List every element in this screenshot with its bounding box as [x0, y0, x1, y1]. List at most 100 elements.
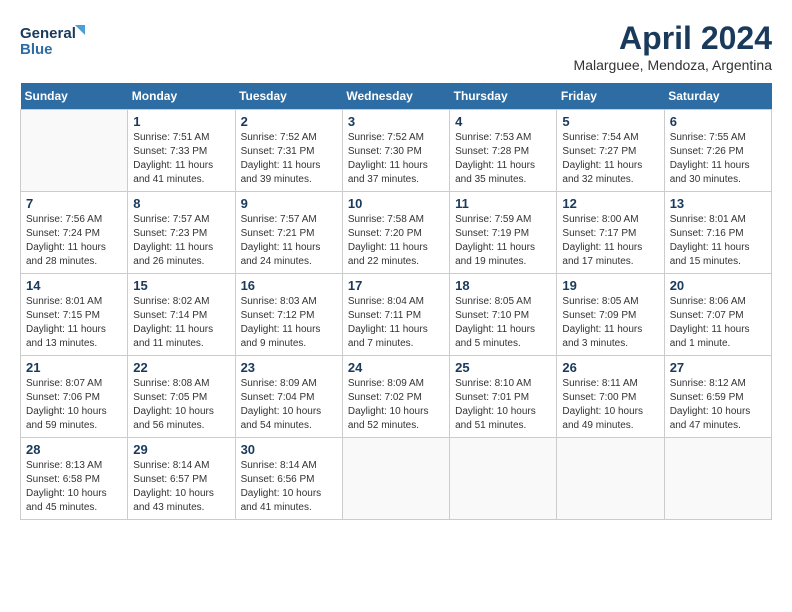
day-info: Sunrise: 7:51 AMSunset: 7:33 PMDaylight:… — [133, 131, 229, 187]
day-number: 7 — [26, 196, 122, 211]
day-of-week-header: Saturday — [664, 83, 771, 110]
calendar-cell: 27 Sunrise: 8:12 AMSunset: 6:59 PMDayligh… — [664, 356, 771, 438]
day-number: 3 — [348, 114, 444, 129]
day-info: Sunrise: 7:59 AMSunset: 7:19 PMDaylight:… — [455, 213, 551, 269]
day-number: 4 — [455, 114, 551, 129]
calendar-cell: 16 Sunrise: 8:03 AMSunset: 7:12 PMDayligh… — [235, 274, 342, 356]
calendar-cell: 2 Sunrise: 7:52 AMSunset: 7:31 PMDaylight… — [235, 110, 342, 192]
calendar-cell: 19Sunrise: 8:05 AMSunset: 7:09 PMDayligh… — [557, 274, 664, 356]
calendar-week-row: 1 Sunrise: 7:51 AMSunset: 7:33 PMDaylight… — [21, 110, 772, 192]
calendar-cell: 10 Sunrise: 7:58 AMSunset: 7:20 PMDayligh… — [342, 192, 449, 274]
day-info: Sunrise: 8:14 AMSunset: 6:57 PMDaylight:… — [133, 459, 229, 515]
day-of-week-header: Monday — [128, 83, 235, 110]
day-info: Sunrise: 7:52 AMSunset: 7:31 PMDaylight:… — [241, 131, 337, 187]
calendar-cell: 25Sunrise: 8:10 AMSunset: 7:01 PMDayligh… — [450, 356, 557, 438]
day-info: Sunrise: 8:09 AMSunset: 7:02 PMDaylight:… — [348, 377, 444, 433]
day-info: Sunrise: 8:05 AMSunset: 7:10 PMDaylight:… — [455, 295, 551, 351]
calendar-cell: 21 Sunrise: 8:07 AMSunset: 7:06 PMDayligh… — [21, 356, 128, 438]
day-number: 2 — [241, 114, 337, 129]
calendar-cell — [450, 438, 557, 520]
day-info: Sunrise: 8:04 AMSunset: 7:11 PMDaylight:… — [348, 295, 444, 351]
day-number: 15 — [133, 278, 229, 293]
day-info: Sunrise: 8:13 AMSunset: 6:58 PMDaylight:… — [26, 459, 122, 515]
logo-icon: GeneralBlue — [20, 20, 90, 60]
day-number: 25 — [455, 360, 551, 375]
day-of-week-header: Wednesday — [342, 83, 449, 110]
day-number: 9 — [241, 196, 337, 211]
day-info: Sunrise: 7:55 AMSunset: 7:26 PMDaylight:… — [670, 131, 766, 187]
day-info: Sunrise: 7:52 AMSunset: 7:30 PMDaylight:… — [348, 131, 444, 187]
calendar-cell — [342, 438, 449, 520]
calendar-cell: 23Sunrise: 8:09 AMSunset: 7:04 PMDayligh… — [235, 356, 342, 438]
calendar-table: SundayMondayTuesdayWednesdayThursdayFrid… — [20, 83, 772, 520]
day-info: Sunrise: 8:02 AMSunset: 7:14 PMDaylight:… — [133, 295, 229, 351]
day-info: Sunrise: 8:05 AMSunset: 7:09 PMDaylight:… — [562, 295, 658, 351]
month-title: April 2024 — [574, 20, 772, 57]
title-block: April 2024 Malarguee, Mendoza, Argentina — [574, 20, 772, 73]
day-number: 6 — [670, 114, 766, 129]
calendar-cell: 1 Sunrise: 7:51 AMSunset: 7:33 PMDaylight… — [128, 110, 235, 192]
calendar-week-row: 7 Sunrise: 7:56 AMSunset: 7:24 PMDaylight… — [21, 192, 772, 274]
day-number: 12 — [562, 196, 658, 211]
day-number: 16 — [241, 278, 337, 293]
day-info: Sunrise: 8:06 AMSunset: 7:07 PMDaylight:… — [670, 295, 766, 351]
day-number: 14 — [26, 278, 122, 293]
calendar-cell: 18 Sunrise: 8:05 AMSunset: 7:10 PMDayligh… — [450, 274, 557, 356]
calendar-cell — [557, 438, 664, 520]
calendar-cell: 11 Sunrise: 7:59 AMSunset: 7:19 PMDayligh… — [450, 192, 557, 274]
day-number: 28 — [26, 442, 122, 457]
day-info: Sunrise: 8:00 AMSunset: 7:17 PMDaylight:… — [562, 213, 658, 269]
calendar-cell: 28 Sunrise: 8:13 AMSunset: 6:58 PMDayligh… — [21, 438, 128, 520]
day-number: 10 — [348, 196, 444, 211]
day-info: Sunrise: 8:14 AMSunset: 6:56 PMDaylight:… — [241, 459, 337, 515]
day-of-week-header: Sunday — [21, 83, 128, 110]
day-number: 13 — [670, 196, 766, 211]
day-number: 29 — [133, 442, 229, 457]
page-header: GeneralBlue April 2024 Malarguee, Mendoz… — [20, 20, 772, 73]
day-info: Sunrise: 8:01 AMSunset: 7:16 PMDaylight:… — [670, 213, 766, 269]
day-info: Sunrise: 8:01 AMSunset: 7:15 PMDaylight:… — [26, 295, 122, 351]
day-number: 24 — [348, 360, 444, 375]
day-info: Sunrise: 8:12 AMSunset: 6:59 PMDaylight:… — [670, 377, 766, 433]
svg-text:Blue: Blue — [20, 41, 53, 58]
calendar-cell: 14 Sunrise: 8:01 AMSunset: 7:15 PMDayligh… — [21, 274, 128, 356]
day-info: Sunrise: 8:09 AMSunset: 7:04 PMDaylight:… — [241, 377, 337, 433]
day-info: Sunrise: 8:07 AMSunset: 7:06 PMDaylight:… — [26, 377, 122, 433]
logo: GeneralBlue — [20, 20, 90, 60]
day-number: 1 — [133, 114, 229, 129]
location-subtitle: Malarguee, Mendoza, Argentina — [574, 57, 772, 73]
calendar-cell: 5Sunrise: 7:54 AMSunset: 7:27 PMDaylight… — [557, 110, 664, 192]
day-info: Sunrise: 7:58 AMSunset: 7:20 PMDaylight:… — [348, 213, 444, 269]
calendar-cell: 29 Sunrise: 8:14 AMSunset: 6:57 PMDayligh… — [128, 438, 235, 520]
day-number: 17 — [348, 278, 444, 293]
calendar-cell: 8Sunrise: 7:57 AMSunset: 7:23 PMDaylight… — [128, 192, 235, 274]
day-of-week-header: Tuesday — [235, 83, 342, 110]
calendar-cell: 12 Sunrise: 8:00 AMSunset: 7:17 PMDayligh… — [557, 192, 664, 274]
calendar-cell: 24 Sunrise: 8:09 AMSunset: 7:02 PMDayligh… — [342, 356, 449, 438]
day-number: 27 — [670, 360, 766, 375]
calendar-cell: 3 Sunrise: 7:52 AMSunset: 7:30 PMDaylight… — [342, 110, 449, 192]
calendar-cell: 9Sunrise: 7:57 AMSunset: 7:21 PMDaylight… — [235, 192, 342, 274]
day-of-week-header: Thursday — [450, 83, 557, 110]
calendar-header-row: SundayMondayTuesdayWednesdayThursdayFrid… — [21, 83, 772, 110]
day-info: Sunrise: 8:08 AMSunset: 7:05 PMDaylight:… — [133, 377, 229, 433]
day-number: 5 — [562, 114, 658, 129]
day-info: Sunrise: 7:57 AMSunset: 7:23 PMDaylight:… — [133, 213, 229, 269]
calendar-cell: 6 Sunrise: 7:55 AMSunset: 7:26 PMDaylight… — [664, 110, 771, 192]
calendar-cell: 30 Sunrise: 8:14 AMSunset: 6:56 PMDayligh… — [235, 438, 342, 520]
calendar-week-row: 21 Sunrise: 8:07 AMSunset: 7:06 PMDayligh… — [21, 356, 772, 438]
svg-text:General: General — [20, 25, 76, 42]
day-info: Sunrise: 8:11 AMSunset: 7:00 PMDaylight:… — [562, 377, 658, 433]
calendar-cell: 26Sunrise: 8:11 AMSunset: 7:00 PMDayligh… — [557, 356, 664, 438]
calendar-cell: 13 Sunrise: 8:01 AMSunset: 7:16 PMDayligh… — [664, 192, 771, 274]
calendar-cell: 7 Sunrise: 7:56 AMSunset: 7:24 PMDaylight… — [21, 192, 128, 274]
day-number: 11 — [455, 196, 551, 211]
day-number: 18 — [455, 278, 551, 293]
day-info: Sunrise: 7:53 AMSunset: 7:28 PMDaylight:… — [455, 131, 551, 187]
day-info: Sunrise: 8:03 AMSunset: 7:12 PMDaylight:… — [241, 295, 337, 351]
day-number: 21 — [26, 360, 122, 375]
calendar-cell — [664, 438, 771, 520]
day-number: 30 — [241, 442, 337, 457]
day-info: Sunrise: 7:56 AMSunset: 7:24 PMDaylight:… — [26, 213, 122, 269]
calendar-week-row: 28 Sunrise: 8:13 AMSunset: 6:58 PMDayligh… — [21, 438, 772, 520]
